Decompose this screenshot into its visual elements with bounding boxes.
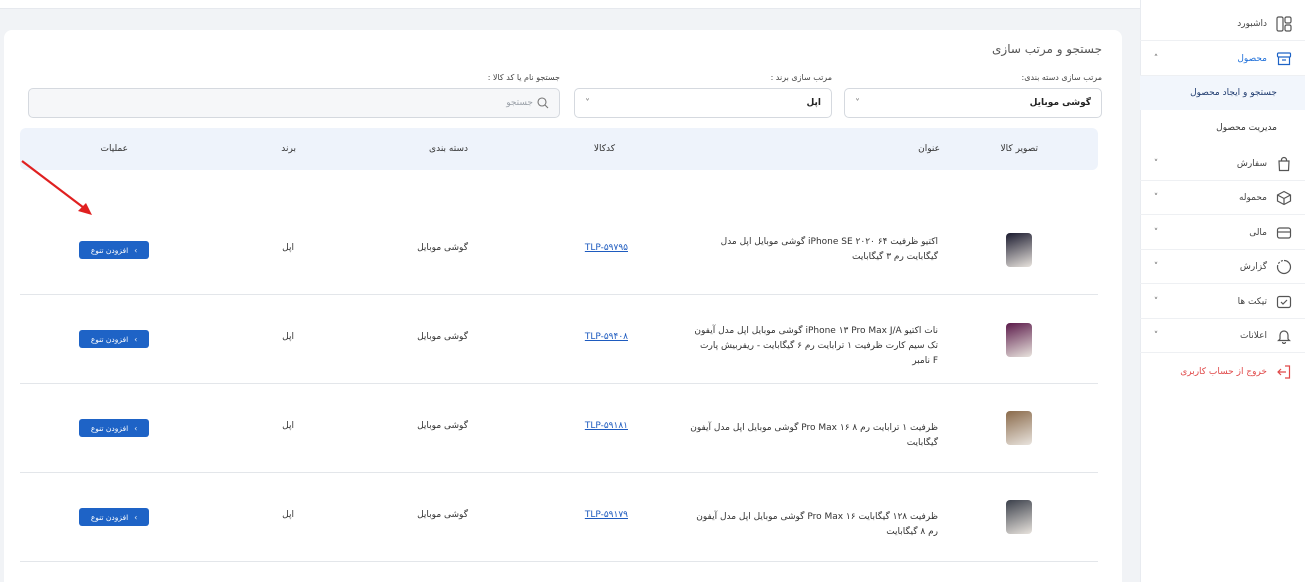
add-variant-label: افزودن تنوع [90,423,129,433]
add-variant-label: افزودن تنوع [90,512,129,522]
product-category: گوشی موبایل [417,243,468,253]
sidebar-item-product[interactable]: محصول ˄ [1140,42,1305,76]
product-thumbnail [1006,500,1032,534]
sidebar-item-order[interactable]: سفارش ˅ [1140,147,1305,181]
add-variant-label: افزودن تنوع [90,245,129,255]
add-variant-button[interactable]: افزودن تنوع ‹ [79,508,149,526]
ticket-icon [1275,293,1293,311]
chevron-up-icon: ˄ [1153,53,1159,64]
sidebar-item-label: محصول [1237,53,1267,64]
report-chart-icon [1275,258,1293,276]
sidebar-item-label: گزارش [1239,261,1267,272]
sidebar-item-report[interactable]: گزارش ˅ [1140,250,1305,284]
product-title: گوشی موبایل اپل مدل آیفون iPhone ۱۳ Pro … [694,326,938,366]
product-title: گوشی موبایل اپل مدل آیفون Pro Max ۱۶ ظرف… [696,512,938,537]
product-category: گوشی موبایل [417,421,468,431]
product-category: گوشی موبایل [417,510,468,520]
table-row: گوشی موبایل اپل مدل آیفون Pro Max ۱۶ ظرف… [20,384,1098,473]
add-variant-label: افزودن تنوع [90,334,129,344]
sidebar-item-label: محموله [1238,192,1267,203]
sidebar-subitem-search-create-product[interactable]: جستجو و ایجاد محصول [1140,76,1305,110]
sidebar-item-dashboard[interactable]: داشبورد [1140,7,1305,41]
header-image: تصویر کالا [1000,144,1038,154]
brand-select[interactable]: اپل ˅ [574,88,832,118]
sidebar-item-shipment[interactable]: محموله ˅ [1140,181,1305,215]
chevron-left-icon: ‹ [134,334,138,344]
chevron-down-icon: ˅ [1153,261,1159,272]
sidebar-item-label: تیکت ها [1237,296,1267,307]
sidebar-item-label: اعلانات [1240,330,1267,341]
brand-filter-label: مرتب سازی برند : [770,73,832,82]
search-placeholder: جستجو [506,98,533,108]
chevron-down-icon: ˅ [1153,158,1159,169]
table-row: گوشی موبایل اپل مدل آیفون Pro Max ۱۶ ظرف… [20,473,1098,562]
category-select-value: گوشی موبایل [1029,98,1091,108]
logout-button[interactable]: خروج از حساب کاربری [1140,355,1305,389]
bell-icon [1275,327,1293,345]
category-filter-label: مرتب سازی دسته بندی: [1021,73,1102,82]
table-row: گوشی موبایل اپل مدل iPhone SE ۲۰۲۰ اکتیو… [20,206,1098,295]
header-brand: برند [281,144,296,154]
add-variant-button[interactable]: افزودن تنوع ‹ [79,330,149,348]
search-label: جستجو نام یا کد کالا : [487,73,560,82]
chevron-down-icon: ˅ [1153,227,1159,238]
table-row: گوشی موبایل اپل مدل آیفون iPhone ۱۳ Pro … [20,295,1098,384]
search-icon [537,97,549,109]
annotation-arrow [21,160,92,215]
sidebar-item-label: سفارش [1236,158,1267,169]
chevron-left-icon: ‹ [134,245,138,255]
sidebar-subitem-manage-product[interactable]: مدیریت محصول [1140,111,1305,145]
sidebar-item-label: داشبورد [1237,18,1267,29]
product-code-link[interactable]: TLP-۵۹۱۸۱ [585,421,628,431]
product-thumbnail [1006,323,1032,357]
product-box-icon [1275,50,1293,68]
top-bar [0,0,1140,9]
product-code-link[interactable]: TLP-۵۹۷۹۵ [585,243,628,253]
product-code-link[interactable]: TLP-۵۹۱۷۹ [585,510,628,520]
chevron-down-icon: ˅ [585,97,590,109]
brand-select-value: اپل [806,98,822,108]
product-code-link[interactable]: TLP-۵۹۴۰۸ [585,332,628,342]
category-select[interactable]: گوشی موبایل ˅ [844,88,1102,118]
sidebar-item-label: مالی [1249,227,1267,238]
sidebar-item-tickets[interactable]: تیکت ها ˅ [1140,285,1305,319]
order-bag-icon [1275,155,1293,173]
dashboard-icon [1275,15,1293,33]
header-category: دسته بندی [429,144,468,154]
sidebar-item-finance[interactable]: مالی ˅ [1140,216,1305,250]
product-thumbnail [1006,233,1032,267]
product-title: گوشی موبایل اپل مدل آیفون Pro Max ۱۶ ظرف… [690,423,938,448]
add-variant-button[interactable]: افزودن تنوع ‹ [79,241,149,259]
sidebar: داشبورد محصول ˄ جستجو و ایجاد محصول مدیر… [1140,0,1305,582]
chevron-down-icon: ˅ [1153,192,1159,203]
product-thumbnail [1006,411,1032,445]
product-brand: اپل [282,421,294,431]
product-category: گوشی موبایل [417,332,468,342]
logout-icon [1275,363,1293,381]
product-brand: اپل [282,243,294,253]
wallet-icon [1275,224,1293,242]
header-title: عنوان [918,144,940,154]
header-actions: عملیات [100,144,128,154]
table-header: تصویر کالا عنوان کدکالا دسته بندی برند ع… [20,128,1098,170]
chevron-down-icon: ˅ [1153,330,1159,341]
header-code: کدکالا [593,144,615,154]
chevron-left-icon: ‹ [134,423,138,433]
chevron-down-icon: ˅ [855,97,860,109]
card-title: جستجو و مرتب سازی [992,42,1102,56]
chevron-down-icon: ˅ [1153,296,1159,307]
sidebar-item-notifications[interactable]: اعلانات ˅ [1140,319,1305,353]
chevron-left-icon: ‹ [134,512,138,522]
logout-label: خروج از حساب کاربری [1180,367,1267,377]
add-variant-button[interactable]: افزودن تنوع ‹ [79,419,149,437]
product-title: گوشی موبایل اپل مدل iPhone SE ۲۰۲۰ اکتیو… [720,237,938,262]
product-brand: اپل [282,510,294,520]
shipment-icon [1275,189,1293,207]
product-brand: اپل [282,332,294,342]
search-input[interactable]: جستجو [28,88,560,118]
